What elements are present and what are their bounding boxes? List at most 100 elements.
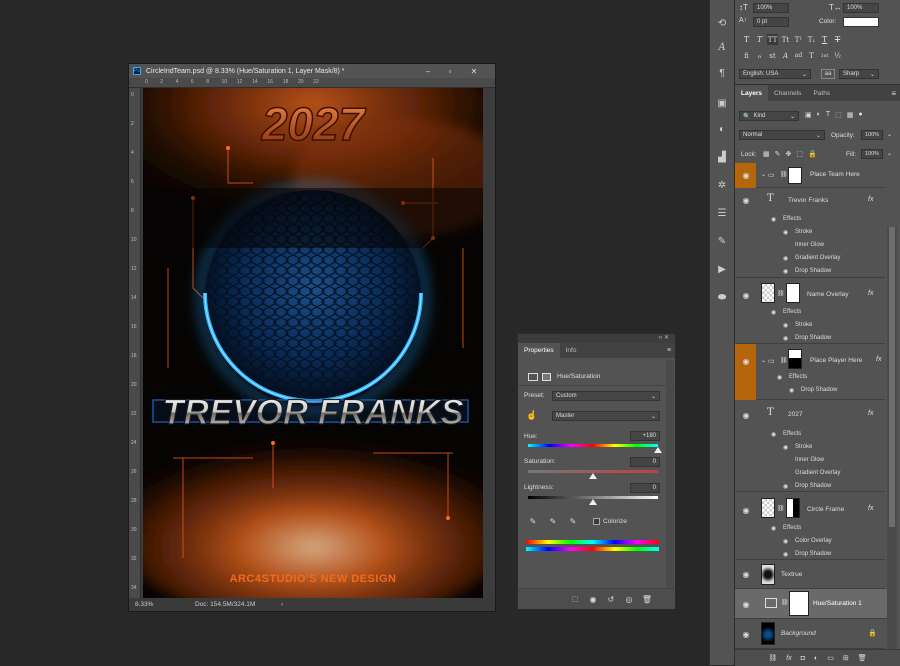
eyedropper-subtract-icon[interactable]: ✎ <box>568 516 578 526</box>
layers-menu-icon[interactable]: ≡ <box>891 89 896 98</box>
link-layers-icon[interactable]: ⛓ <box>768 654 777 662</box>
layers-scrollbar[interactable] <box>887 227 897 652</box>
visibility-eye-icon[interactable]: ◉ <box>741 630 751 639</box>
mask-thumbnail[interactable] <box>789 591 809 616</box>
preset-select[interactable]: Custom ⌄ <box>552 391 660 401</box>
baseline-shift-input[interactable]: 0 pt <box>753 17 789 27</box>
tab-channels[interactable]: Channels <box>768 90 807 97</box>
visibility-eye-icon[interactable]: ◉ <box>741 506 751 515</box>
opacity-input[interactable]: 100% <box>861 130 883 140</box>
visibility-eye-icon[interactable]: ◉ <box>741 570 751 579</box>
actions-play-icon[interactable]: ▶ <box>715 262 729 276</box>
lock-all-icon[interactable]: 🔒 <box>808 150 817 158</box>
strikethrough-button[interactable]: T <box>832 34 843 45</box>
fx-icon[interactable]: fx <box>876 356 881 363</box>
brush-presets-icon[interactable]: ✎ <box>715 234 729 248</box>
hue-slider-track[interactable] <box>528 444 658 447</box>
vertical-scale-input[interactable]: 100% <box>753 3 789 13</box>
superscript-button[interactable]: T¹ <box>793 34 804 45</box>
layer-row-name-overlay[interactable]: ◉ ⛓ Name Overlay fx ◉ Effects ◉ Stroke ◉… <box>735 278 885 344</box>
colorize-checkbox[interactable] <box>593 518 600 525</box>
view-previous-icon[interactable]: ◉ <box>588 594 598 604</box>
panel-collapse-bar[interactable]: ‹‹ ✕ <box>518 334 675 343</box>
lock-artboard-icon[interactable]: ⬚ <box>796 150 803 158</box>
layer-row-textrue[interactable]: ◉ Textrue <box>735 560 885 589</box>
horizontal-scale-input[interactable]: 100% <box>843 3 879 13</box>
tab-layers[interactable]: Layers <box>735 85 768 101</box>
effect-eye-icon[interactable]: ◉ <box>789 387 794 394</box>
filter-pixel-icon[interactable]: ▣ <box>805 111 812 119</box>
subscript-button[interactable]: T₁ <box>806 34 817 45</box>
ordinals-button[interactable]: 1st <box>819 50 830 61</box>
layer-thumbnail[interactable] <box>761 283 775 303</box>
hand-tool-icon[interactable]: ☝ <box>526 410 538 420</box>
faux-bold-button[interactable]: T <box>741 34 752 45</box>
filter-smartobject-icon[interactable]: ▦ <box>847 111 854 119</box>
effect-eye-icon[interactable]: ◉ <box>783 255 788 262</box>
hue-input[interactable]: +180 <box>630 431 660 441</box>
effect-eye-icon[interactable]: ◉ <box>783 483 788 490</box>
blend-mode-select[interactable]: Normal ⌄ <box>739 130 825 140</box>
properties-icon[interactable]: ▣ <box>715 96 729 110</box>
link-icon[interactable]: ⛓ <box>780 171 788 178</box>
lightness-input[interactable]: 0 <box>630 483 660 493</box>
eyedropper-icon[interactable]: ✎ <box>528 516 538 526</box>
layer-row-trevor-franks[interactable]: ◉ T Trevor Franks fx ◉ Effects ◉ Stroke … <box>735 188 885 278</box>
titling-alt-button[interactable]: T <box>806 50 817 61</box>
expand-arrow-icon[interactable]: ⌄ <box>761 357 766 364</box>
delete-layer-icon[interactable]: 🗑 <box>858 654 867 662</box>
paragraph-icon[interactable]: ¶ <box>715 66 729 80</box>
close-button[interactable]: ✕ <box>467 66 481 76</box>
effect-eye-icon[interactable]: ◉ <box>783 444 788 451</box>
minimize-button[interactable]: – <box>421 66 435 76</box>
trash-icon[interactable]: 🗑 <box>642 594 652 604</box>
link-icon[interactable]: ⛓ <box>780 357 788 364</box>
stylistic-alt-button[interactable]: ad <box>793 50 804 61</box>
layer-thumbnail[interactable] <box>761 498 775 518</box>
add-style-icon[interactable]: fx <box>786 655 791 662</box>
effect-eye-icon[interactable]: ◉ <box>783 268 788 275</box>
faux-italic-button[interactable]: T <box>754 34 765 45</box>
filter-toggle-icon[interactable]: ● <box>858 111 862 119</box>
visibility-eye-icon[interactable]: ◉ <box>741 411 751 420</box>
maximize-button[interactable]: ▫ <box>443 66 457 76</box>
language-select[interactable]: English: USA ⌄ <box>739 69 811 79</box>
mask-thumbnail[interactable] <box>786 498 800 518</box>
history-icon[interactable]: ⟲ <box>715 16 729 30</box>
opacity-dropdown-icon[interactable]: ⌄ <box>887 131 892 138</box>
fractions-button[interactable]: ½ <box>832 50 843 61</box>
link-icon[interactable]: ⛓ <box>781 599 789 606</box>
layer-row-background[interactable]: ◉ Background 🔒 <box>735 619 885 649</box>
fx-icon[interactable]: fx <box>868 290 873 297</box>
add-mask-icon[interactable]: ◘ <box>801 655 805 662</box>
adjustments-icon[interactable]: ◐ <box>715 122 729 136</box>
effect-eye-icon[interactable]: ◉ <box>783 322 788 329</box>
underline-button[interactable]: T <box>819 34 830 45</box>
visibility-eye-icon[interactable]: ◎ <box>624 594 634 604</box>
filter-adjustment-icon[interactable]: ◐ <box>817 111 821 119</box>
tab-paths[interactable]: Paths <box>807 90 836 97</box>
filter-type-icon[interactable]: T <box>826 111 830 119</box>
fill-dropdown-icon[interactable]: ⌄ <box>887 150 892 157</box>
hue-slider-thumb[interactable] <box>654 447 662 453</box>
layer-filter-select[interactable]: 🔍 Kind ⌄ <box>739 111 799 121</box>
visibility-eye-icon[interactable]: ◉ <box>741 171 751 180</box>
antialias-select[interactable]: Sharp ⌄ <box>839 69 879 79</box>
new-group-icon[interactable]: ▭ <box>827 654 834 662</box>
contextual-alt-button[interactable]: ℴ <box>754 50 765 61</box>
character-icon[interactable]: A <box>715 40 729 54</box>
tab-info[interactable]: Info <box>560 343 583 358</box>
saturation-input[interactable]: 0 <box>630 457 660 467</box>
zoom-readout[interactable]: 8.33% <box>135 601 153 608</box>
mask-icon[interactable] <box>542 372 551 381</box>
layer-row-place-player-here[interactable]: ◉ ⌄ ▭ ⛓ Place Player Here fx ◉ Effects ◉… <box>735 344 885 400</box>
mask-thumbnail[interactable] <box>788 167 802 184</box>
reset-icon[interactable]: ↺ <box>606 594 616 604</box>
fx-icon[interactable]: fx <box>868 196 873 203</box>
layer-row-hue-saturation-1[interactable]: ◉ ⛓ Hue/Saturation 1 <box>735 589 887 619</box>
new-layer-icon[interactable]: ⊞ <box>843 654 849 662</box>
eyedropper-add-icon[interactable]: ✎ <box>548 516 558 526</box>
clip-to-layer-icon[interactable]: ⬚ <box>570 594 580 604</box>
visibility-eye-icon[interactable]: ◉ <box>741 291 751 300</box>
fill-input[interactable]: 100% <box>861 149 883 159</box>
